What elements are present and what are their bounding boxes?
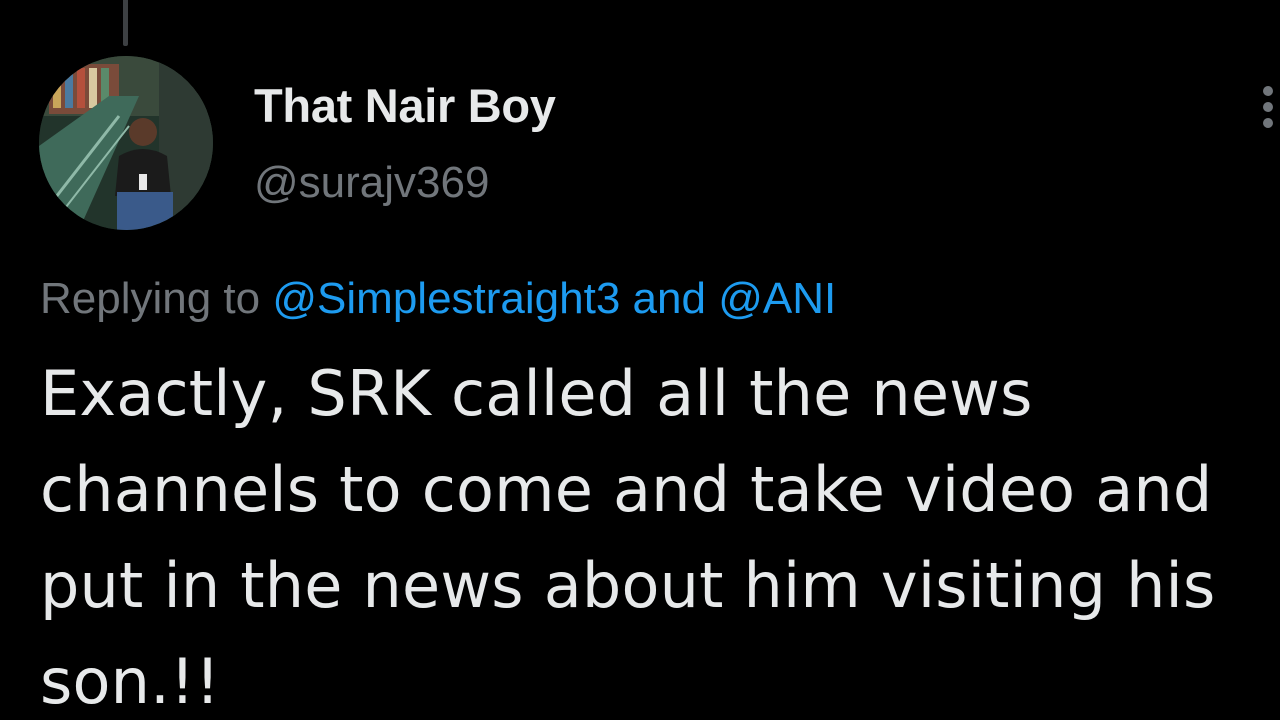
tweet-text-line: put in the news about him visiting his [40,549,1216,622]
author-avatar[interactable] [39,56,213,230]
reply-prefix: Replying to [40,274,261,323]
author-handle[interactable]: @surajv369 [254,158,489,208]
thread-connector-line [123,0,128,46]
reply-context: Replying to @Simplestraight3 and @ANI [40,274,836,324]
tweet-text: Exactly, SRK called all the news channel… [40,346,1280,720]
tweet-text-line: Exactly, SRK called all the news [40,357,1033,430]
reply-conjunction[interactable]: and [633,274,706,323]
menu-dot [1263,102,1273,112]
tweet-text-line: son.!! [40,645,221,718]
mention-link[interactable]: @Simplestraight3 [272,274,620,323]
avatar-image [39,56,213,230]
tweet-text-line: channels to come and take video and [40,453,1213,526]
mention-link[interactable]: @ANI [718,274,836,323]
more-vertical-icon[interactable] [1258,84,1280,130]
menu-dot [1263,118,1273,128]
author-display-name[interactable]: That Nair Boy [254,78,556,133]
menu-dot [1263,86,1273,96]
